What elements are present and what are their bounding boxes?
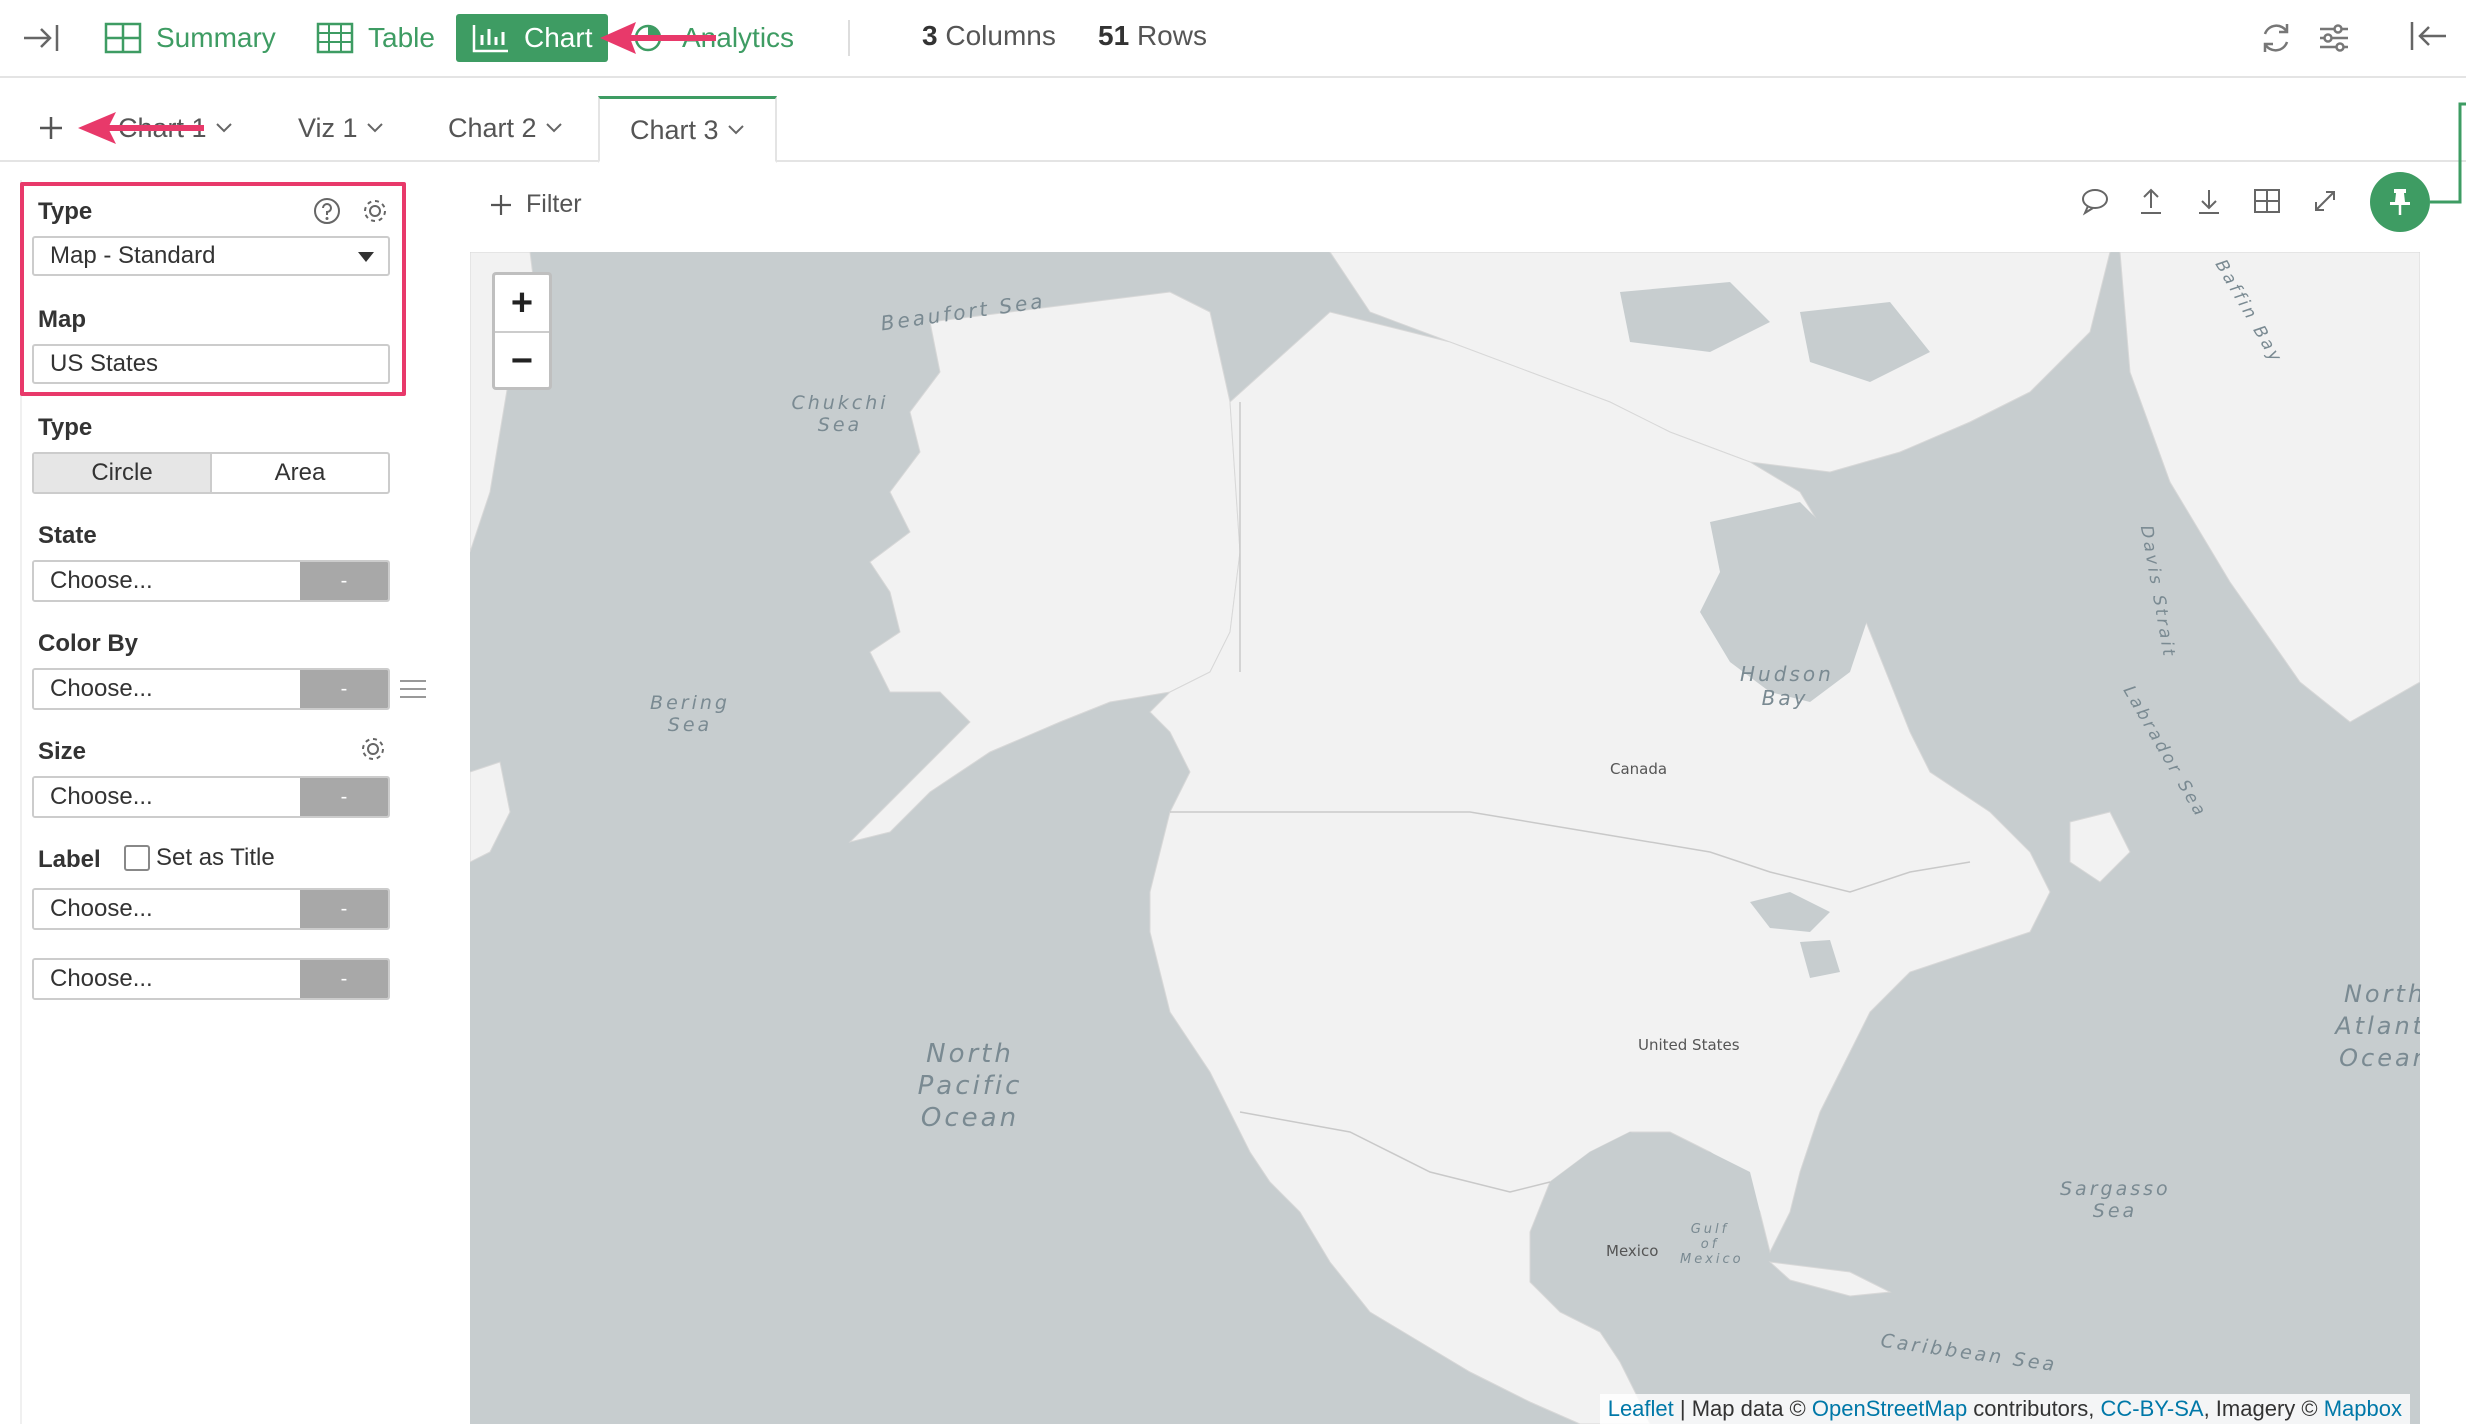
tab-chart-3[interactable]: Chart 3 [598, 96, 777, 163]
annotation-arrow [600, 22, 716, 54]
label-placeholder: Choose... [34, 890, 300, 928]
osm-link[interactable]: OpenStreetMap [1812, 1396, 1967, 1421]
gear-icon[interactable] [358, 734, 388, 769]
north-atlantic-ocean-label: North Atlanti Ocean [2335, 980, 2420, 1072]
attribution-text: contributors, [1967, 1396, 2101, 1421]
grid-layout-icon[interactable] [2252, 186, 2282, 221]
plus-icon [40, 117, 62, 139]
expand-sidebar-icon[interactable] [22, 14, 74, 62]
chukchi-sea-label: Chukchi Sea [791, 392, 889, 436]
expand-icon[interactable] [2310, 186, 2340, 221]
size-clear-button[interactable]: - [300, 778, 388, 816]
summary-icon [104, 22, 142, 54]
filter-button[interactable]: Filter [490, 190, 582, 219]
columns-count: 3 Columns [922, 20, 1056, 51]
pin-button[interactable] [2370, 172, 2430, 232]
menu-lines-icon[interactable] [400, 678, 426, 705]
chevron-down-icon [727, 125, 744, 135]
state-clear-button[interactable]: - [300, 562, 388, 600]
label-placeholder: Choose... [34, 960, 300, 998]
top-toolbar: Summary Table Chart Analytics 3 Columns … [0, 0, 2466, 78]
bering-sea-label: Bering Sea [650, 692, 730, 736]
tab-label: Chart 2 [448, 112, 537, 143]
label-select-2[interactable]: Choose... - [32, 958, 390, 1000]
summary-tab[interactable]: Summary [104, 14, 276, 62]
chart-tab[interactable]: Chart [456, 14, 609, 62]
mapbox-link[interactable]: Mapbox [2324, 1396, 2402, 1421]
hudson-bay-label: Hudson Bay [1740, 662, 1834, 710]
size-select[interactable]: Choose... - [32, 776, 390, 818]
color-by-placeholder: Choose... [34, 670, 300, 708]
zoom-out-button[interactable]: − [495, 333, 549, 389]
chevron-down-icon [366, 123, 383, 133]
attribution-text: , Imagery © [2203, 1396, 2324, 1421]
area-option[interactable]: Area [212, 454, 388, 492]
tab-label: Chart 3 [630, 114, 719, 145]
chart-tabs-bar: Chart 1 Viz 1 Chart 2 Chart 3 [0, 96, 2466, 163]
pin-icon [2390, 189, 2410, 215]
zoom-in-button[interactable]: + [495, 275, 549, 333]
annotation-arrow [78, 112, 204, 144]
pin-connector [2430, 102, 2466, 204]
size-placeholder: Choose... [34, 778, 300, 816]
table-tab[interactable]: Table [316, 14, 435, 62]
tab-chart-2[interactable]: Chart 2 [448, 96, 563, 160]
label-select-1[interactable]: Choose... - [32, 888, 390, 930]
table-label: Table [368, 22, 435, 53]
refresh-icon[interactable] [2258, 20, 2294, 61]
plus-icon [491, 194, 511, 215]
size-label: Size [38, 738, 87, 765]
label-label: Label [38, 846, 101, 873]
license-link[interactable]: CC-BY-SA [2100, 1396, 2203, 1421]
comment-icon[interactable] [2080, 186, 2110, 221]
color-by-clear-button[interactable]: - [300, 670, 388, 708]
add-chart-button[interactable] [38, 96, 64, 160]
table-icon [316, 22, 354, 54]
summary-label: Summary [156, 22, 276, 53]
color-by-select[interactable]: Choose... - [32, 668, 390, 710]
mexico-label: Mexico [1606, 1242, 1659, 1260]
tab-label: Viz 1 [298, 112, 358, 143]
united-states-label: United States [1638, 1036, 1740, 1054]
toolbar-divider [848, 20, 850, 56]
zoom-control: + − [492, 272, 552, 390]
chart-label: Chart [524, 22, 593, 53]
attribution-text: | Map data © [1673, 1396, 1812, 1421]
highlight-box [20, 182, 406, 396]
canada-label: Canada [1610, 760, 1668, 778]
subtype-label: Type [38, 414, 93, 441]
color-by-label: Color By [38, 630, 139, 657]
map-basemap [470, 252, 2420, 1424]
checkbox-box[interactable] [124, 845, 150, 871]
state-placeholder: Choose... [34, 562, 300, 600]
circle-option[interactable]: Circle [34, 454, 212, 492]
gulf-of-mexico-label: Gulf of Mexico [1680, 1222, 1744, 1267]
leaflet-link[interactable]: Leaflet [1608, 1396, 1674, 1421]
set-as-title-label: Set as Title [156, 844, 275, 871]
state-label: State [38, 522, 97, 549]
label-clear-button[interactable]: - [300, 890, 388, 928]
map-attribution: Leaflet | Map data © OpenStreetMap contr… [1599, 1394, 2410, 1424]
chevron-down-icon [545, 123, 562, 133]
bar-chart-icon [472, 25, 508, 53]
state-select[interactable]: Choose... - [32, 560, 390, 602]
chevron-down-icon [215, 123, 232, 133]
share-upload-icon[interactable] [2136, 186, 2166, 221]
tab-viz-1[interactable]: Viz 1 [298, 96, 384, 160]
download-icon[interactable] [2194, 186, 2224, 221]
filter-label: Filter [526, 190, 582, 218]
collapse-panel-icon[interactable] [2408, 20, 2448, 57]
rows-count: 51 Rows [1098, 20, 1207, 51]
set-as-title-checkbox[interactable]: Set as Title [124, 844, 275, 872]
sargasso-sea-label: Sargasso Sea [2060, 1178, 2171, 1222]
north-pacific-ocean-label: North Pacific Ocean [917, 1039, 1023, 1133]
label-clear-button[interactable]: - [300, 960, 388, 998]
settings-sliders-icon[interactable] [2316, 20, 2352, 61]
circle-area-toggle[interactable]: Circle Area [32, 452, 390, 494]
map-view[interactable]: Beaufort Sea Chukchi Sea Bering Sea Huds… [470, 252, 2420, 1424]
